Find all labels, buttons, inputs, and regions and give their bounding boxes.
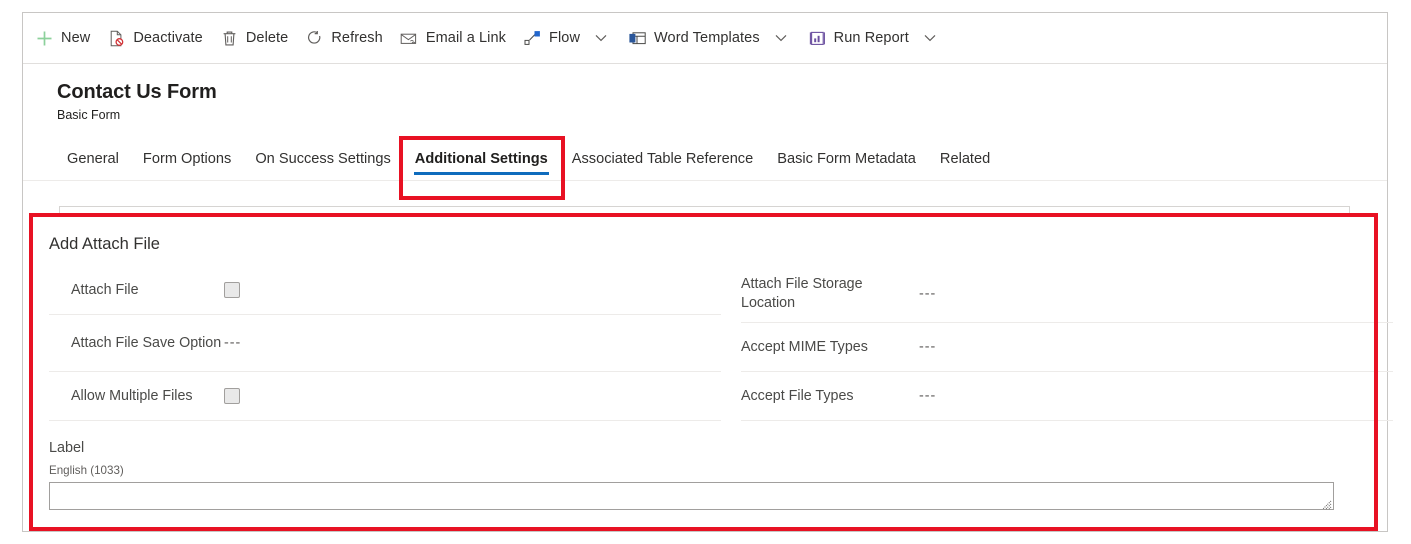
- attach-file-storage-location-value[interactable]: ---: [919, 286, 936, 302]
- allow-multiple-files-label: Allow Multiple Files: [71, 387, 193, 404]
- tab-general[interactable]: General: [55, 136, 131, 181]
- flow-label: Flow: [549, 30, 581, 46]
- attach-file-save-option-value[interactable]: ---: [224, 335, 241, 351]
- tab-basic-form-metadata-label: Basic Form Metadata: [777, 150, 916, 167]
- label-input-wrapper: [49, 482, 1334, 510]
- left-field-column: Attach File Attach File Save Option --- …: [49, 266, 721, 421]
- deactivate-label: Deactivate: [133, 30, 203, 46]
- page-title: Contact Us Form: [57, 81, 217, 103]
- record-header: Contact Us Form Basic Form: [23, 64, 1387, 124]
- tab-additional-settings[interactable]: Additional Settings: [403, 136, 560, 181]
- attach-file-label: Attach File: [71, 281, 139, 298]
- tab-on-success-settings-label: On Success Settings: [255, 150, 391, 167]
- field-row-accept-mime-types: Accept MIME Types ---: [741, 323, 1393, 372]
- flow-chevron-down-icon[interactable]: [591, 28, 611, 48]
- field-row-attach-file-save-option: Attach File Save Option ---: [49, 315, 721, 372]
- tab-associated-table-reference[interactable]: Associated Table Reference: [560, 136, 765, 181]
- delete-button[interactable]: Delete: [212, 18, 298, 58]
- tab-on-success-settings[interactable]: On Success Settings: [243, 136, 402, 181]
- field-row-attach-file: Attach File: [49, 266, 721, 315]
- tab-related-label: Related: [939, 150, 991, 167]
- tab-form-options-label: Form Options: [142, 150, 232, 167]
- run-report-button[interactable]: Run Report: [800, 18, 949, 58]
- trash-icon: [221, 30, 238, 47]
- refresh-label: Refresh: [331, 30, 383, 46]
- accept-file-types-value[interactable]: ---: [919, 388, 936, 404]
- run-report-label: Run Report: [833, 30, 909, 46]
- label-input[interactable]: [49, 482, 1334, 510]
- flow-icon: [524, 30, 541, 47]
- flow-button[interactable]: Flow: [515, 18, 620, 58]
- record-form-window: New Deactivate Delete Refresh Email a Li…: [22, 12, 1393, 532]
- allow-multiple-files-checkbox[interactable]: [224, 388, 240, 404]
- right-field-column: Attach File Storage Location --- Accept …: [721, 266, 1393, 421]
- new-label: New: [61, 30, 91, 46]
- field-row-allow-multiple-files: Allow Multiple Files: [49, 372, 721, 421]
- tab-related[interactable]: Related: [928, 136, 1002, 181]
- accept-file-types-label: Accept File Types: [741, 387, 854, 404]
- attach-file-save-option-label: Attach File Save Option: [71, 334, 222, 351]
- refresh-button[interactable]: Refresh: [297, 18, 391, 58]
- email-a-link-label: Email a Link: [425, 30, 507, 46]
- add-attach-file-section: Add Attach File Attach File Attach File …: [33, 217, 1393, 527]
- tab-additional-settings-label: Additional Settings: [414, 150, 548, 167]
- tab-strip-divider: [23, 180, 1387, 181]
- label-field-block: Label English (1033): [49, 421, 1357, 510]
- word-template-icon: [628, 30, 646, 47]
- new-button[interactable]: New: [27, 18, 99, 58]
- section-title: Add Attach File: [49, 235, 160, 253]
- entity-subtitle: Basic Form: [57, 108, 121, 122]
- additional-settings-form-body: Add Attach File Attach File Attach File …: [29, 213, 1393, 531]
- delete-label: Delete: [245, 30, 289, 46]
- command-bar: New Deactivate Delete Refresh Email a Li…: [23, 13, 1387, 64]
- email-a-link-button[interactable]: Email a Link: [392, 18, 515, 58]
- label-language: English (1033): [49, 464, 124, 477]
- accept-mime-types-label: Accept MIME Types: [741, 338, 868, 355]
- word-templates-button[interactable]: Word Templates: [620, 18, 800, 58]
- form-tab-strip: General Form Options On Success Settings…: [23, 134, 1387, 181]
- tab-basic-form-metadata[interactable]: Basic Form Metadata: [765, 136, 928, 181]
- deactivate-button[interactable]: Deactivate: [99, 18, 212, 58]
- label-heading: Label: [49, 440, 85, 456]
- refresh-icon: [306, 30, 323, 47]
- deactivate-icon: [108, 30, 125, 47]
- tab-general-label: General: [67, 150, 119, 167]
- field-row-accept-file-types: Accept File Types ---: [741, 372, 1393, 421]
- tab-associated-table-reference-label: Associated Table Reference: [571, 150, 754, 167]
- attach-file-storage-location-label: Attach File Storage Location: [741, 276, 863, 311]
- plus-icon: [36, 30, 53, 47]
- tab-form-options[interactable]: Form Options: [131, 136, 243, 181]
- email-link-icon: [401, 30, 418, 47]
- field-columns: Attach File Attach File Save Option --- …: [49, 266, 1393, 421]
- run-report-chevron-down-icon[interactable]: [920, 28, 940, 48]
- accept-mime-types-value[interactable]: ---: [919, 339, 936, 355]
- word-templates-chevron-down-icon[interactable]: [771, 28, 791, 48]
- run-report-icon: [809, 30, 826, 47]
- field-row-attach-file-storage-location: Attach File Storage Location ---: [741, 266, 1393, 323]
- attach-file-checkbox[interactable]: [224, 282, 240, 298]
- word-templates-label: Word Templates: [654, 30, 760, 46]
